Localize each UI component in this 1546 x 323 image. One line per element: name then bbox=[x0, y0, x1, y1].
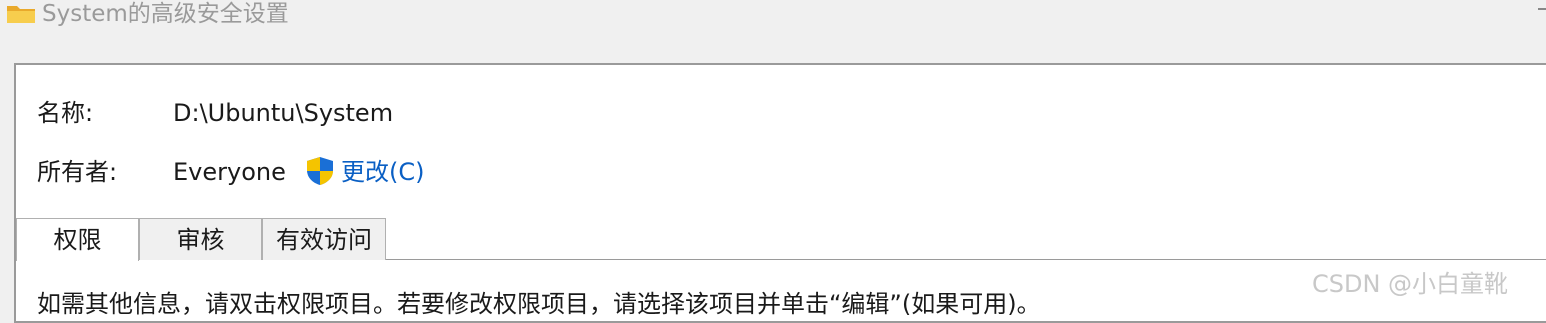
name-value: D:\Ubuntu\System bbox=[173, 99, 394, 127]
watermark: CSDN @小白童靴 bbox=[1312, 270, 1509, 298]
uac-shield-icon[interactable] bbox=[305, 156, 335, 186]
window-edge-marker bbox=[1538, 8, 1546, 10]
change-owner-link[interactable]: 更改(C) bbox=[341, 156, 424, 188]
permissions-info-text: 如需其他信息，请双击权限项目。若要修改权限项目，请选择该项目并单击“编辑”(如果… bbox=[37, 290, 1041, 318]
folder-icon bbox=[7, 6, 35, 23]
window-title: System的高级安全设置 bbox=[42, 1, 289, 27]
tab-permissions[interactable]: 权限 bbox=[16, 218, 139, 261]
name-label: 名称: bbox=[37, 99, 94, 127]
tab-auditing[interactable]: 审核 bbox=[139, 218, 262, 260]
title-bar: System的高级安全设置 bbox=[0, 0, 1546, 30]
tab-effective-access[interactable]: 有效访问 bbox=[262, 218, 386, 260]
owner-label: 所有者: bbox=[37, 158, 118, 186]
owner-value: Everyone bbox=[173, 158, 286, 186]
